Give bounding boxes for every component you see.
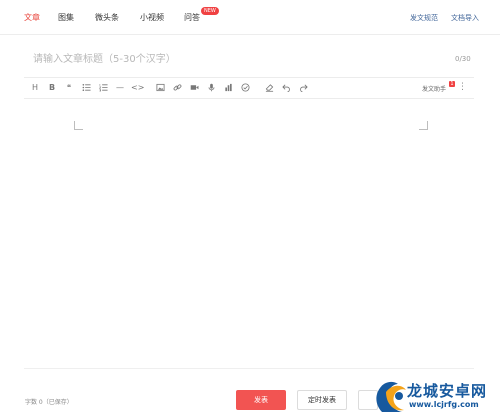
tab-gallery[interactable]: 图集 [58,12,74,23]
writing-assistant-button[interactable]: 发文助手 [422,84,446,93]
chart-icon[interactable] [223,82,233,93]
editor-corner-marker-left [74,121,83,130]
watermark-brand: 龙城安卓网 [407,382,488,400]
quote-icon[interactable]: ❝ [64,82,74,93]
editor-corner-marker-right [419,121,428,130]
heading-icon[interactable]: H [30,82,40,93]
title-input[interactable] [33,50,433,68]
publishing-spec-link[interactable]: 发文规范 [410,13,438,23]
video-icon[interactable] [189,82,199,93]
unordered-list-icon[interactable] [81,82,91,93]
link-icon[interactable] [172,82,182,93]
scheduled-publish-button[interactable]: 定时发表 [297,390,347,410]
audio-icon[interactable] [206,82,216,93]
tab-article[interactable]: 文章 [24,12,40,23]
tab-qa[interactable]: 问答 [184,12,200,23]
divider-icon[interactable]: — [115,82,125,93]
document-import-link[interactable]: 文档导入 [451,13,479,23]
bold-icon[interactable]: B [47,82,57,93]
watermark-url: www.lcjrfg.com [409,400,479,409]
ordered-list-icon[interactable] [98,82,108,93]
footer-divider [24,368,474,369]
writing-assistant-badge: 1 [449,81,455,87]
image-icon[interactable] [155,82,165,93]
title-char-counter: 0/30 [455,55,471,63]
tab-micro-headline[interactable]: 微头条 [95,12,119,23]
vote-icon[interactable] [240,82,250,93]
new-badge: NEW [201,7,219,15]
top-navigation: 文章 图集 微头条 小视频 问答 NEW 发文规范 文档导入 [0,0,500,35]
publish-button[interactable]: 发表 [236,390,286,410]
code-icon[interactable]: <> [131,82,144,93]
redo-icon[interactable] [298,82,308,93]
editor-body[interactable] [24,100,474,365]
tab-short-video[interactable]: 小视频 [140,12,164,23]
editor-toolbar: H B ❝ — <> 发文助手 1 ⋮ [24,77,474,99]
undo-icon[interactable] [281,82,291,93]
word-count-status: 字数 0（已保存） [25,399,73,406]
more-options-icon[interactable]: ⋮ [458,81,467,93]
eraser-icon[interactable] [264,82,274,93]
